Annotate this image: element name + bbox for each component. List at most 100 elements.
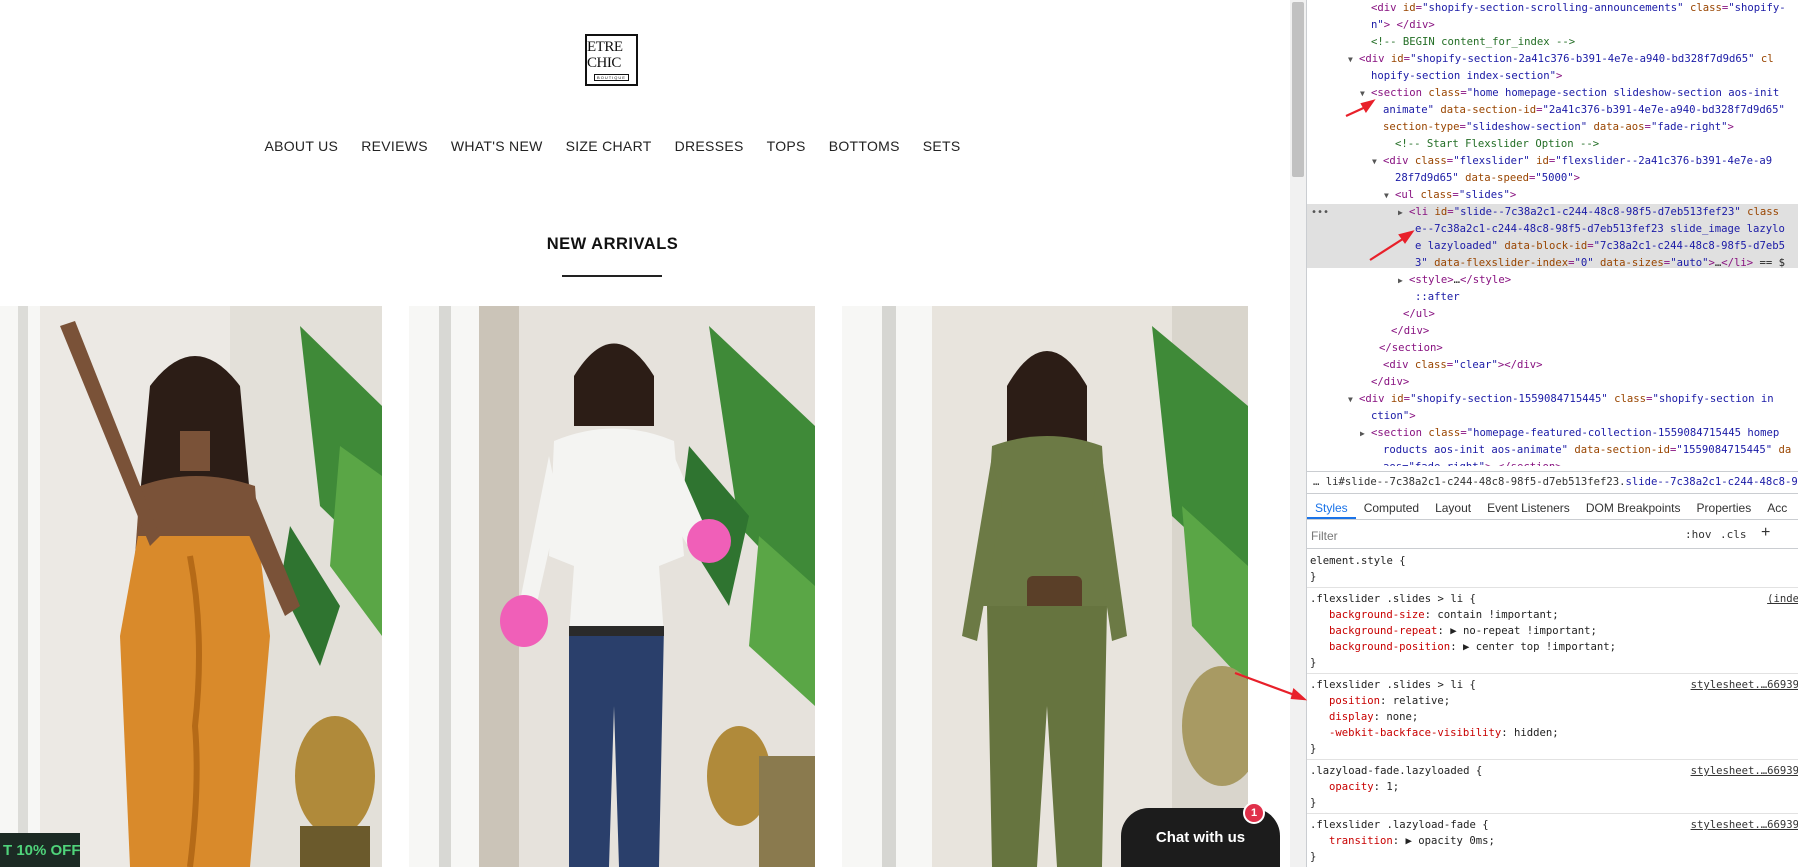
collapsed-triangle-icon[interactable]: ▶: [1360, 425, 1365, 442]
product-image-orange-dress[interactable]: [0, 306, 382, 867]
new-rule-plus-icon[interactable]: +: [1761, 524, 1770, 542]
breadcrumb-node[interactable]: li#slide--7c38a2c1-c244-48c8-98f5-d7eb51…: [1326, 476, 1626, 488]
dom-node-line[interactable]: ::after: [1415, 289, 1460, 306]
nav-about-us[interactable]: ABOUT US: [253, 138, 350, 154]
tab-accessibility[interactable]: Acc: [1759, 496, 1795, 519]
dom-node-line[interactable]: ▼ <div id="shopify-section-2a41c376-b391-…: [1348, 51, 1774, 68]
breadcrumb-class[interactable]: slide--7c38a2c1-c244-48c8-98f5-d7e: [1626, 476, 1798, 488]
dom-node-line[interactable]: roducts aos-init aos-animate" data-secti…: [1383, 442, 1791, 459]
dom-node-line[interactable]: ▶ <section class="homepage-featured-colle…: [1360, 425, 1779, 442]
dom-node-line[interactable]: aos="fade-right">…</section>: [1383, 459, 1562, 466]
dom-node-line[interactable]: e lazyloaded" data-block-id="7c38a2c1-c2…: [1415, 238, 1785, 255]
css-declaration[interactable]: opacity: 1;: [1329, 779, 1399, 795]
css-property-value[interactable]: : 1;: [1374, 781, 1400, 793]
expand-triangle-icon[interactable]: ▼: [1372, 153, 1377, 170]
dom-node-line[interactable]: ▼ <section class="home homepage-section s…: [1360, 85, 1779, 102]
dom-node-line[interactable]: 28f7d9d65" data-speed="5000">: [1395, 170, 1580, 187]
css-rule[interactable]: element.style {}: [1307, 550, 1798, 588]
dom-node-line[interactable]: ▶ <style>…</style>: [1398, 272, 1511, 289]
elements-dom-tree[interactable]: ••• <div id="shopify-section-scrolling-a…: [1307, 0, 1798, 466]
nav-sets[interactable]: SETS: [911, 138, 972, 154]
css-property-value[interactable]: : ▶ opacity 0ms;: [1393, 835, 1495, 847]
tab-dom-breakpoints[interactable]: DOM Breakpoints: [1578, 496, 1689, 519]
css-property-name[interactable]: transition: [1329, 835, 1393, 847]
dom-node-line[interactable]: 3" data-flexslider-index="0" data-sizes=…: [1415, 255, 1785, 272]
css-property-value[interactable]: : hidden;: [1501, 727, 1558, 739]
rule-source-link[interactable]: stylesheet.…66939: [1691, 677, 1798, 693]
rule-selector[interactable]: .flexslider .lazyload-fade {: [1310, 817, 1489, 833]
css-property-name[interactable]: background-position: [1329, 641, 1450, 653]
dom-node-line[interactable]: <div id="shopify-section-scrolling-annou…: [1371, 0, 1786, 17]
rule-selector[interactable]: .flexslider .slides > li {: [1310, 591, 1476, 607]
rule-source-link[interactable]: stylesheet.…66939: [1691, 763, 1798, 779]
expand-triangle-icon[interactable]: ▼: [1360, 85, 1365, 102]
css-declaration[interactable]: display: none;: [1329, 709, 1418, 725]
css-declaration[interactable]: -webkit-backface-visibility: hidden;: [1329, 725, 1559, 741]
nav-tops[interactable]: TOPS: [755, 138, 817, 154]
css-rule[interactable]: .lazyload-fade.lazyloaded { stylesheet.…6…: [1307, 760, 1798, 814]
collapsed-triangle-icon[interactable]: ▶: [1398, 272, 1403, 289]
node-more-icon[interactable]: •••: [1311, 207, 1329, 218]
dom-node-line[interactable]: <!-- Start Flexslider Option -->: [1395, 136, 1599, 153]
css-property-value[interactable]: : contain !important;: [1425, 609, 1559, 621]
css-declaration[interactable]: transition: ▶ opacity 0ms;: [1329, 833, 1495, 849]
css-declaration[interactable]: background-size: contain !important;: [1329, 607, 1559, 623]
dom-node-line[interactable]: </div>: [1371, 374, 1409, 391]
dom-node-line[interactable]: ction">: [1371, 408, 1416, 425]
tab-computed[interactable]: Computed: [1356, 496, 1427, 519]
css-property-name[interactable]: background-repeat: [1329, 625, 1437, 637]
styles-filter-input[interactable]: [1311, 526, 1681, 546]
discount-promo-tab[interactable]: T 10% OFF: [0, 833, 80, 867]
nav-bottoms[interactable]: BOTTOMS: [817, 138, 911, 154]
product-image-white-shirt-jeans[interactable]: [409, 306, 815, 867]
tab-event-listeners[interactable]: Event Listeners: [1479, 496, 1578, 519]
tab-layout[interactable]: Layout: [1427, 496, 1479, 519]
collapsed-triangle-icon[interactable]: ▶: [1398, 204, 1403, 221]
css-property-name[interactable]: -webkit-backface-visibility: [1329, 727, 1501, 739]
nav-dresses[interactable]: DRESSES: [663, 138, 755, 154]
expand-triangle-icon[interactable]: ▼: [1348, 51, 1353, 68]
rule-source-link[interactable]: stylesheet.…66939: [1691, 817, 1798, 833]
class-toggle[interactable]: .cls: [1720, 528, 1747, 541]
dom-node-line[interactable]: hopify-section index-section">: [1371, 68, 1562, 85]
store-logo[interactable]: ETRE CHIC BOUTIQUE: [585, 34, 638, 86]
dom-node-line[interactable]: <!-- BEGIN content_for_index -->: [1371, 34, 1575, 51]
dom-node-line[interactable]: </section>: [1379, 340, 1443, 357]
css-rule[interactable]: .flexslider .lazyload-fade { stylesheet.……: [1307, 814, 1798, 867]
css-property-value[interactable]: : none;: [1374, 711, 1419, 723]
dom-node-line[interactable]: n"> </div>: [1371, 17, 1435, 34]
css-property-name[interactable]: opacity: [1329, 781, 1374, 793]
rule-selector[interactable]: .lazyload-fade.lazyloaded {: [1310, 763, 1482, 779]
css-property-value[interactable]: : ▶ center top !important;: [1450, 641, 1616, 653]
dom-node-line[interactable]: ▼ <div id="shopify-section-1559084715445"…: [1348, 391, 1774, 408]
rule-selector[interactable]: element.style {: [1310, 553, 1406, 569]
dom-node-line[interactable]: animate" data-section-id="2a41c376-b391-…: [1383, 102, 1785, 119]
page-scrollbar-thumb[interactable]: [1292, 2, 1304, 177]
css-declaration[interactable]: position: relative;: [1329, 693, 1450, 709]
css-property-name[interactable]: display: [1329, 711, 1374, 723]
css-property-name[interactable]: background-size: [1329, 609, 1425, 621]
hover-state-toggle[interactable]: :hov: [1685, 528, 1712, 541]
css-property-name[interactable]: position: [1329, 695, 1380, 707]
product-image-green-set[interactable]: [842, 306, 1248, 867]
dom-node-line[interactable]: e--7c38a2c1-c244-48c8-98f5-d7eb513fef23 …: [1415, 221, 1785, 238]
css-rule[interactable]: .flexslider .slides > li { (inde backgroun…: [1307, 588, 1798, 674]
rule-selector[interactable]: .flexslider .slides > li {: [1310, 677, 1476, 693]
css-rule[interactable]: .flexslider .slides > li { stylesheet.…66…: [1307, 674, 1798, 760]
dom-node-line[interactable]: ▼ <div class="flexslider" id="flexslider-…: [1372, 153, 1772, 170]
nav-whats-new[interactable]: WHAT'S NEW: [439, 138, 554, 154]
expand-triangle-icon[interactable]: ▼: [1348, 391, 1353, 408]
tab-properties[interactable]: Properties: [1689, 496, 1760, 519]
css-declaration[interactable]: background-position: ▶ center top !impor…: [1329, 639, 1616, 655]
css-property-value[interactable]: : relative;: [1380, 695, 1450, 707]
expand-triangle-icon[interactable]: ▼: [1384, 187, 1389, 204]
dom-node-line[interactable]: ▶ <li id="slide--7c38a2c1-c244-48c8-98f5-…: [1398, 204, 1779, 221]
nav-reviews[interactable]: REVIEWS: [350, 138, 440, 154]
nav-size-chart[interactable]: SIZE CHART: [554, 138, 663, 154]
tab-styles[interactable]: Styles: [1307, 496, 1356, 519]
dom-breadcrumb[interactable]: … li#slide--7c38a2c1-c244-48c8-98f5-d7eb…: [1307, 471, 1798, 494]
rule-source-link[interactable]: (inde: [1767, 591, 1798, 607]
dom-node-line[interactable]: </ul>: [1403, 306, 1435, 323]
dom-node-line[interactable]: section-type="slideshow-section" data-ao…: [1383, 119, 1734, 136]
dom-node-line[interactable]: </div>: [1391, 323, 1429, 340]
